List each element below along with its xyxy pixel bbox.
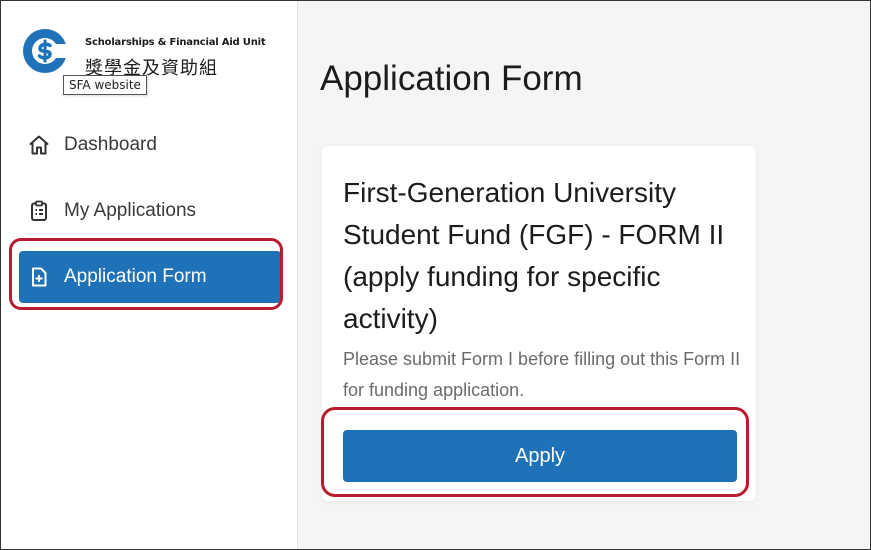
sidebar-item-my-applications[interactable]: My Applications — [19, 185, 281, 237]
clipboard-list-icon — [28, 200, 50, 222]
sfa-logo-icon — [23, 29, 69, 73]
sidebar-item-dashboard[interactable]: Dashboard — [19, 119, 281, 171]
annotation-highlight-apply — [321, 407, 749, 497]
page-title: Application Form — [320, 59, 583, 98]
card-title: First-Generation University Student Fund… — [343, 177, 725, 334]
home-icon — [28, 134, 50, 156]
logo-text-en: Scholarships & Financial Aid Unit — [85, 37, 266, 48]
sfa-website-tooltip: SFA website — [63, 75, 147, 95]
sidebar-item-label: My Applications — [64, 200, 197, 221]
card-description: Please submit Form I before filling out … — [343, 349, 741, 400]
sfa-logo-link[interactable]: Scholarships & Financial Aid Unit 獎學金及資助… — [21, 27, 281, 97]
annotation-highlight-nav — [9, 238, 283, 310]
sidebar-item-label: Dashboard — [64, 134, 157, 155]
